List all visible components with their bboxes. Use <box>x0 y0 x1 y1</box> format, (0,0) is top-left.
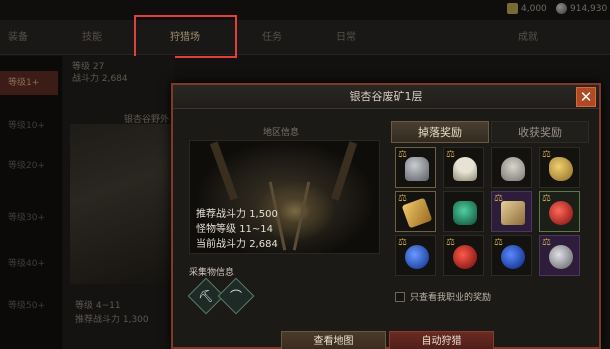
mine-rail <box>292 181 311 251</box>
stat-value: 2,684 <box>249 239 278 250</box>
tab-equipment[interactable]: 装备 <box>8 20 28 55</box>
green-gem-icon <box>453 201 477 225</box>
modal-title: 银杏谷废矿1层 <box>349 90 423 103</box>
silver-coin-icon <box>549 245 573 269</box>
monster-level-stat: 怪物等级 11~14 <box>196 220 273 235</box>
reward-slot[interactable]: ⚖ <box>443 147 484 188</box>
map-scroll-icon <box>501 201 525 225</box>
region-info-label: 地区信息 <box>263 128 300 138</box>
level-menu-item[interactable]: 等级1+ <box>0 71 58 95</box>
blue-flask-icon <box>501 245 525 269</box>
mine-beam <box>330 141 358 201</box>
view-map-button[interactable]: 查看地图 <box>281 331 386 349</box>
top-bar: 4,000 914,930 <box>0 0 610 20</box>
reward-slot[interactable]: ⚖ <box>395 147 436 188</box>
gold-currency: 4,000 <box>507 3 547 14</box>
gold-ore-icon <box>549 157 573 181</box>
reward-slot[interactable]: ⚖ <box>395 191 436 232</box>
level-menu-item[interactable]: 等级20+ <box>0 154 58 178</box>
armor-icon <box>501 157 525 181</box>
reward-slot[interactable]: ⚖ <box>491 235 532 276</box>
gold-amount: 4,000 <box>521 3 547 14</box>
reward-grid: ⚖ ⚖ ⚖ ⚖ ⚖ ⚖ ⚖ ⚖ ⚖ ⚖ <box>395 147 591 277</box>
gold-coin-icon <box>507 3 518 14</box>
class-filter-checkbox[interactable] <box>395 292 405 302</box>
silver-orb-icon <box>556 3 567 14</box>
level-menu: 等级1+ 等级10+ 等级20+ 等级30+ 等级40+ 等级50+ <box>0 56 62 349</box>
tab-daily[interactable]: 日常 <box>336 20 356 55</box>
reward-slot[interactable]: ⚖ <box>443 235 484 276</box>
stat-value: 11~14 <box>239 224 274 235</box>
area-recommended-power: 推荐战斗力 1,300 <box>75 315 149 325</box>
region-preview-image: 推荐战斗力 1,500 怪物等级 11~14 当前战斗力 2,684 <box>189 140 380 254</box>
stat-value: 1,500 <box>249 209 278 220</box>
stat-label: 当前战斗力 <box>196 239 246 250</box>
current-power-stat: 当前战斗力 2,684 <box>196 235 278 250</box>
mine-beam <box>209 141 239 201</box>
modal-header: 银杏谷废矿1层 ✕ <box>173 85 599 109</box>
level-menu-item[interactable]: 等级40+ <box>0 252 58 276</box>
level-menu-item[interactable]: 等级10+ <box>0 114 58 138</box>
helmet-icon <box>405 157 429 181</box>
reward-slot[interactable]: ⚖ <box>539 235 580 276</box>
reward-slot[interactable] <box>443 191 484 232</box>
area-level-range: 等级 4~11 <box>75 301 121 311</box>
reward-slot[interactable] <box>491 147 532 188</box>
stat-label: 推荐战斗力 <box>196 209 246 220</box>
player-power: 战斗力 2,684 <box>72 74 128 84</box>
silver-currency: 914,930 <box>556 3 607 14</box>
mushroom-icon <box>453 157 477 181</box>
tab-achievements[interactable]: 成就 <box>518 20 538 55</box>
reward-slot[interactable]: ⚖ <box>539 191 580 232</box>
reward-slot[interactable]: ⚖ <box>395 235 436 276</box>
level-menu-item[interactable]: 等级50+ <box>0 294 58 318</box>
reward-slot[interactable]: ⚖ <box>539 147 580 188</box>
highlight-box <box>134 15 237 58</box>
sickle-icon[interactable]: ⌒ <box>217 277 255 315</box>
recommended-power-stat: 推荐战斗力 1,500 <box>196 205 278 220</box>
blue-potion-icon <box>405 245 429 269</box>
tab-drop-rewards[interactable]: 掉落奖励 <box>391 121 489 143</box>
tab-quests[interactable]: 任务 <box>262 20 282 55</box>
auto-hunt-button[interactable]: 自动狩猎 <box>389 331 494 349</box>
level-menu-item[interactable]: 等级30+ <box>0 206 58 230</box>
main-tab-bar: 装备 技能 狩猎场 任务 日常 成就 <box>0 20 610 55</box>
area-name: 银杏谷野外 <box>124 115 170 125</box>
gather-info-label: 采集物信息 <box>189 268 235 278</box>
close-button[interactable]: ✕ <box>576 87 596 107</box>
tab-skills[interactable]: 技能 <box>82 20 102 55</box>
silver-amount: 914,930 <box>570 3 608 14</box>
area-thumbnail <box>70 124 180 284</box>
class-filter-label: 只查看我职业的奖励 <box>410 293 492 303</box>
reward-slot[interactable]: ⚖ <box>491 191 532 232</box>
hunting-area-modal: 银杏谷废矿1层 ✕ 地区信息 推荐战斗力 1,500 怪物等级 11~14 当前… <box>171 83 601 349</box>
red-potion-icon <box>549 201 573 225</box>
tab-harvest-rewards[interactable]: 收获奖励 <box>491 121 589 143</box>
stat-label: 怪物等级 <box>196 224 236 235</box>
red-flask-icon <box>453 245 477 269</box>
